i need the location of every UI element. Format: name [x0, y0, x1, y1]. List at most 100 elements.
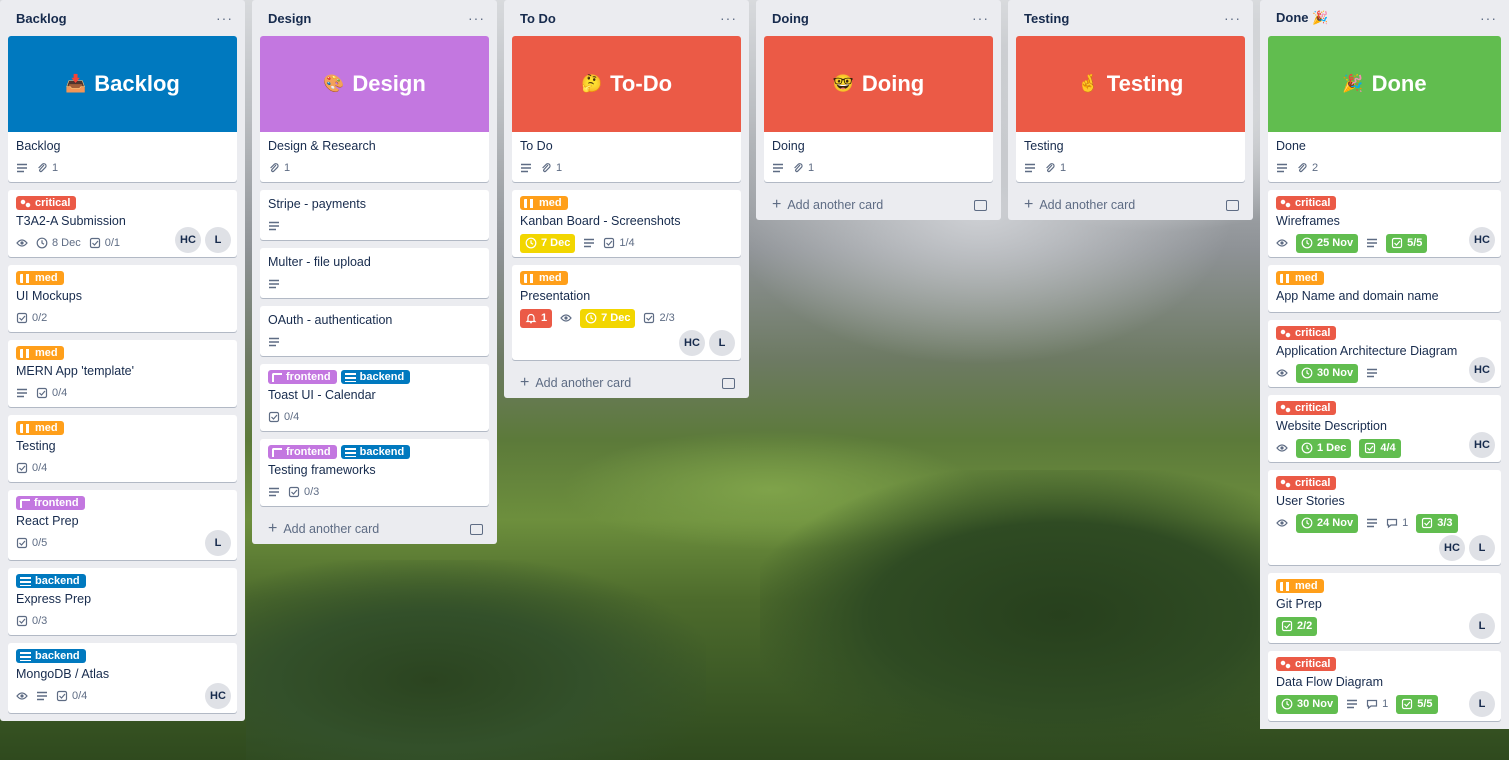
- label-backend[interactable]: backend: [340, 370, 411, 384]
- avatar[interactable]: HC: [1469, 357, 1495, 383]
- checkbox-icon: [16, 537, 28, 549]
- card[interactable]: critical Application Architecture Diagra…: [1268, 320, 1501, 387]
- avatar[interactable]: L: [1469, 691, 1495, 717]
- due-date-badge[interactable]: 7 Dec: [580, 308, 636, 328]
- card[interactable]: Stripe - payments: [260, 190, 489, 240]
- card[interactable]: critical Website Description 1 Dec 4/4 H…: [1268, 395, 1501, 462]
- card[interactable]: backend MongoDB / Atlas 0/4 HC: [8, 643, 237, 713]
- card[interactable]: med Presentation 1 7 Dec 2/3 HC L: [512, 265, 741, 360]
- due-date-badge[interactable]: 30 Nov: [1296, 363, 1359, 383]
- list-menu-icon[interactable]: ···: [972, 10, 989, 26]
- card[interactable]: med UI Mockups 0/2: [8, 265, 237, 332]
- comment-icon: [1386, 518, 1398, 529]
- card-title: Testing: [1024, 139, 1064, 153]
- due-date-badge[interactable]: 30 Nov: [1276, 694, 1339, 714]
- label-critical[interactable]: critical: [1276, 196, 1337, 210]
- comment-badge: 1: [1366, 698, 1388, 710]
- list-testing: Testing ··· 🤞 Testing Testing 1 + Add ano…: [1008, 0, 1253, 220]
- card-template-icon[interactable]: [974, 199, 987, 211]
- card-title: MERN App 'template': [16, 364, 135, 378]
- card[interactable]: critical Data Flow Diagram 30 Nov 1 5/5 …: [1268, 651, 1501, 721]
- label-critical[interactable]: critical: [1276, 476, 1337, 490]
- label-backend[interactable]: backend: [16, 649, 86, 663]
- card[interactable]: critical User Stories 24 Nov 1 3/3 HC L: [1268, 470, 1501, 565]
- list-title[interactable]: Testing: [1024, 11, 1069, 26]
- label-frontend[interactable]: frontend: [16, 496, 85, 510]
- card-cover[interactable]: 📥 Backlog Backlog 1: [8, 36, 237, 182]
- label-med[interactable]: med: [520, 271, 568, 285]
- avatar[interactable]: HC: [205, 683, 231, 709]
- label-backend[interactable]: backend: [340, 445, 411, 459]
- label-med[interactable]: med: [16, 346, 64, 360]
- label-critical[interactable]: critical: [16, 196, 77, 210]
- list-menu-icon[interactable]: ···: [720, 10, 737, 26]
- avatar[interactable]: HC: [1469, 432, 1495, 458]
- card-template-icon[interactable]: [470, 523, 483, 535]
- add-card-button[interactable]: + Add another card: [512, 368, 741, 398]
- label-critical[interactable]: critical: [1276, 401, 1337, 415]
- avatar[interactable]: L: [1469, 613, 1495, 639]
- card-cover[interactable]: 🤞 Testing Testing 1: [1016, 36, 1245, 182]
- label-critical[interactable]: critical: [1276, 657, 1337, 671]
- add-card-button[interactable]: + Add another card: [1016, 190, 1245, 220]
- card-cover[interactable]: 🎨 Design Design & Research 1: [260, 36, 489, 182]
- card-cover[interactable]: 🎉 Done Done 2: [1268, 36, 1501, 182]
- list-title[interactable]: To Do: [520, 11, 556, 26]
- list-title[interactable]: Done 🎉: [1276, 10, 1328, 26]
- add-card-button[interactable]: + Add another card: [764, 190, 993, 220]
- label-med[interactable]: med: [16, 271, 64, 285]
- list-title[interactable]: Design: [268, 11, 311, 26]
- label-med[interactable]: med: [16, 421, 64, 435]
- avatar[interactable]: HC: [1439, 535, 1465, 561]
- add-card-button[interactable]: + Add another card: [260, 514, 489, 544]
- list-menu-icon[interactable]: ···: [1480, 10, 1497, 26]
- label-frontend[interactable]: frontend: [268, 445, 337, 459]
- list-menu-icon[interactable]: ···: [216, 10, 233, 26]
- card[interactable]: frontend backend Testing frameworks 0/3: [260, 439, 489, 506]
- card[interactable]: med App Name and domain name: [1268, 265, 1501, 312]
- due-date-badge[interactable]: 1 Dec: [1296, 438, 1352, 458]
- card[interactable]: med Kanban Board - Screenshots 7 Dec 1/4: [512, 190, 741, 257]
- comment-icon: [1366, 699, 1378, 710]
- card[interactable]: critical T3A2-A Submission 8 Dec 0/1 HC L: [8, 190, 237, 257]
- avatar[interactable]: HC: [175, 227, 201, 253]
- label-med[interactable]: med: [1276, 271, 1324, 285]
- card-cover[interactable]: 🤓 Doing Doing 1: [764, 36, 993, 182]
- label-backend[interactable]: backend: [16, 574, 86, 588]
- card-template-icon[interactable]: [1226, 199, 1239, 211]
- inbox-emoji-icon: 📥: [65, 74, 87, 93]
- list-menu-icon[interactable]: ···: [468, 10, 485, 26]
- card[interactable]: med Testing 0/4: [8, 415, 237, 482]
- label-frontend[interactable]: frontend: [268, 370, 337, 384]
- eye-icon: [16, 690, 28, 702]
- card[interactable]: OAuth - authentication: [260, 306, 489, 356]
- label-med[interactable]: med: [1276, 579, 1324, 593]
- due-date-badge[interactable]: 25 Nov: [1296, 233, 1359, 253]
- card-cover[interactable]: 🤔 To-Do To Do 1: [512, 36, 741, 182]
- due-date-badge[interactable]: 7 Dec: [520, 233, 576, 253]
- checklist-badge: 0/4: [36, 387, 67, 399]
- list-menu-icon[interactable]: ···: [1224, 10, 1241, 26]
- card[interactable]: backend Express Prep 0/3: [8, 568, 237, 635]
- card-cover-image: 🤞 Testing: [1016, 36, 1245, 132]
- label-critical[interactable]: critical: [1276, 326, 1337, 340]
- avatar[interactable]: L: [1469, 535, 1495, 561]
- description-icon: [1346, 698, 1358, 710]
- due-date-badge[interactable]: 8 Dec: [36, 237, 81, 249]
- card-template-icon[interactable]: [722, 377, 735, 389]
- card[interactable]: frontend backend Toast UI - Calendar 0/4: [260, 364, 489, 431]
- card[interactable]: med Git Prep 2/2 L: [1268, 573, 1501, 643]
- list-title[interactable]: Backlog: [16, 11, 67, 26]
- card[interactable]: Multer - file upload: [260, 248, 489, 298]
- avatar[interactable]: HC: [1469, 227, 1495, 253]
- card[interactable]: critical Wireframes 25 Nov 5/5 HC: [1268, 190, 1501, 257]
- avatar[interactable]: HC: [679, 330, 705, 356]
- label-med[interactable]: med: [520, 196, 568, 210]
- due-date-badge[interactable]: 24 Nov: [1296, 513, 1359, 533]
- avatar[interactable]: L: [205, 227, 231, 253]
- avatar[interactable]: L: [709, 330, 735, 356]
- card[interactable]: med MERN App 'template' 0/4: [8, 340, 237, 407]
- card[interactable]: frontend React Prep 0/5 L: [8, 490, 237, 560]
- list-title[interactable]: Doing: [772, 11, 809, 26]
- avatar[interactable]: L: [205, 530, 231, 556]
